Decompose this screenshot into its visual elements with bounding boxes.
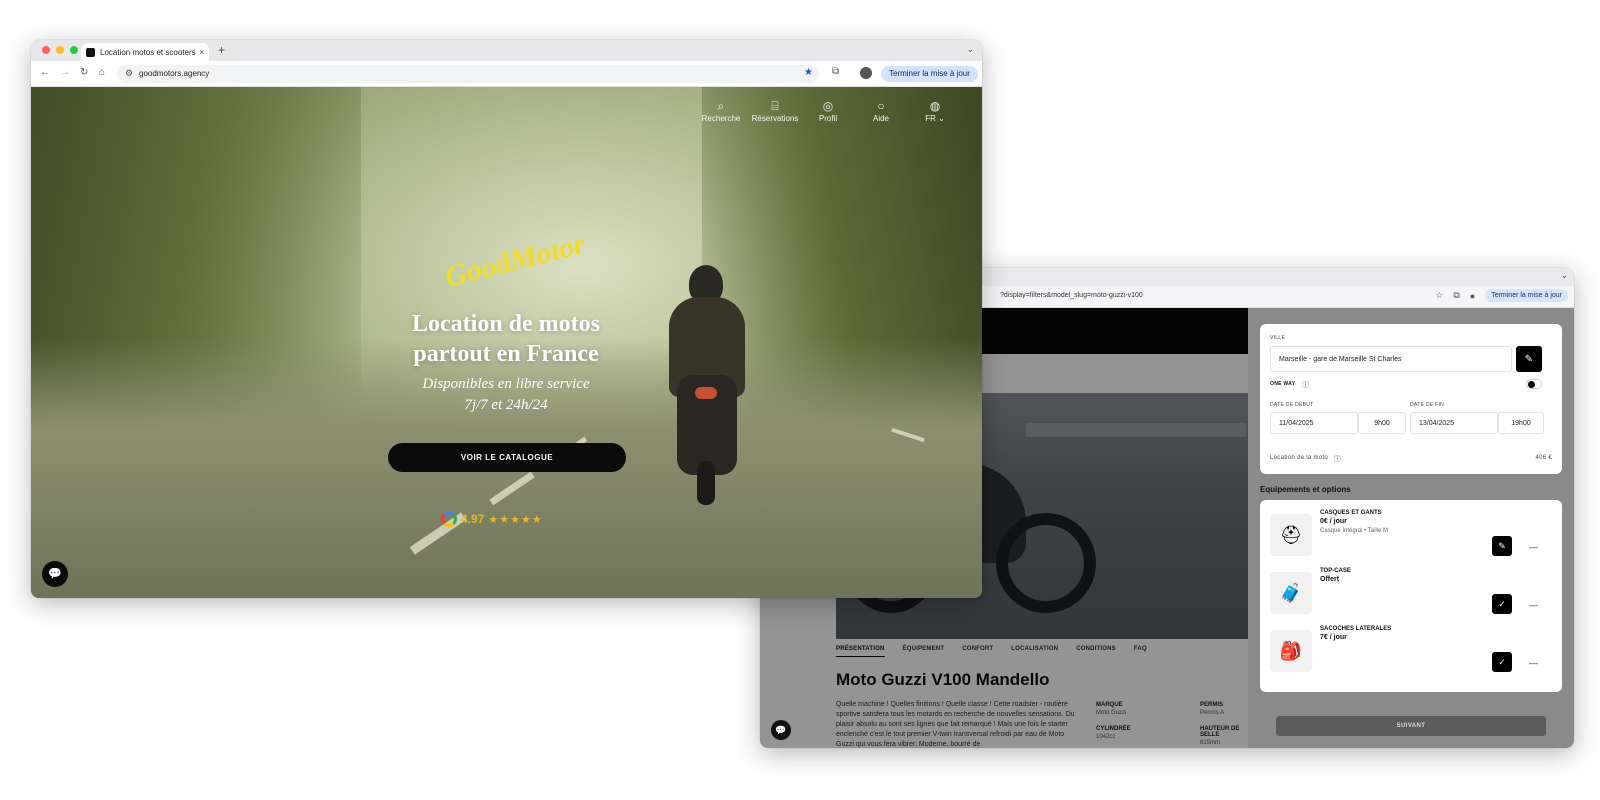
home-browser-window: Location motos et scooters × + ⌄ ← → ↻ ⌂… — [31, 40, 982, 598]
chevron-down-icon[interactable]: ⌄ — [966, 44, 974, 55]
extensions-icon[interactable]: ⧉ — [1453, 290, 1459, 301]
info-icon[interactable]: ⓘ — [1334, 454, 1341, 464]
google-rating[interactable]: 4.97 ★★★★★ — [441, 511, 543, 527]
profile-avatar[interactable] — [860, 67, 872, 79]
star-icon[interactable]: ☆ — [1435, 290, 1443, 301]
option-name: TOP-CASE — [1320, 568, 1351, 574]
option-price: Offert — [1320, 576, 1340, 583]
ville-label: VILLE — [1270, 335, 1286, 341]
rating-stars-icon: ★★★★★ — [488, 513, 543, 526]
booking-card: VILLE Marseille - gare de Marseille St C… — [1260, 324, 1562, 474]
option-name: SACOCHES LATERALES — [1320, 626, 1392, 632]
hero-subtitle: Disponibles en libre service 7j/7 et 24h… — [422, 376, 590, 413]
home-icon[interactable]: ⌂ — [99, 67, 105, 78]
remove-option-button[interactable]: — — [1529, 600, 1538, 610]
new-tab-button[interactable]: + — [218, 43, 225, 57]
view-catalogue-button[interactable]: VOIR LE CATALOGUE — [388, 443, 626, 472]
minimize-window-button[interactable] — [56, 46, 64, 54]
reload-icon[interactable]: ↻ — [80, 67, 88, 78]
address-bar: ← → ↻ ⌂ ⚙ goodmotors.agency ★ ⧉ Terminer… — [31, 61, 982, 87]
info-icon[interactable]: ⓘ — [1302, 380, 1309, 390]
chat-bubble-icon[interactable]: 💬 — [42, 561, 68, 587]
booking-panel: VILLE Marseille - gare de Marseille St C… — [1248, 308, 1574, 748]
nav-aide[interactable]: ○ Aide — [851, 99, 911, 123]
select-option-button[interactable]: ✓ — [1492, 594, 1512, 614]
option-price: 7€ / jour — [1320, 634, 1347, 641]
location-price: 406 € — [1535, 455, 1552, 461]
goodmotors-logo: GoodMotors — [442, 227, 585, 291]
option-item: 🧳 TOP-CASE Offert ✓ — — [1270, 566, 1552, 622]
tab-title: Location motos et scooters — [100, 47, 196, 57]
edit-icon: ✎ — [1498, 540, 1506, 551]
bookmark-star-icon[interactable]: ★ — [804, 67, 813, 78]
extensions-icon[interactable]: ⧉ — [832, 66, 839, 77]
ville-field[interactable]: Marseille - gare de Marseille St Charles — [1270, 346, 1512, 372]
option-item: ⛑ CASQUES ET GANTS 0€ / jour Casque Inté… — [1270, 508, 1552, 564]
end-date-field[interactable]: 13/04/2025 — [1410, 412, 1498, 434]
edit-option-button[interactable]: ✎ — [1492, 536, 1512, 556]
close-tab-icon[interactable]: × — [199, 48, 204, 57]
chat-bubble-icon[interactable]: 💬 — [771, 720, 791, 740]
tab-bar: Location motos et scooters × + ⌄ — [31, 40, 982, 61]
help-icon: ○ — [877, 99, 885, 113]
select-option-button[interactable]: ✓ — [1492, 652, 1512, 672]
site-settings-icon[interactable]: ⚙ — [125, 68, 133, 79]
check-icon: ✓ — [1498, 656, 1506, 667]
rating-value: 4.97 — [461, 512, 485, 526]
topcase-icon: 🧳 — [1270, 572, 1312, 614]
chevron-down-icon[interactable]: ⌄ — [1560, 270, 1568, 281]
option-item: 🎒 SACOCHES LATERALES 7€ / jour ✓ — — [1270, 624, 1552, 680]
bike-icon: ⌸ — [771, 99, 779, 113]
maximize-window-button[interactable] — [70, 46, 78, 54]
option-price: 0€ / jour — [1320, 518, 1347, 525]
search-icon: ⌕ — [717, 99, 725, 113]
location-label: Location de la moto — [1270, 455, 1329, 461]
start-time-field[interactable]: 9h00 — [1358, 412, 1406, 434]
chevron-down-icon: ⌄ — [938, 114, 945, 123]
edit-ville-button[interactable]: ✎ — [1516, 346, 1542, 372]
update-button[interactable]: Terminer la mise à jour — [881, 66, 978, 82]
globe-icon: ◍ — [929, 99, 941, 113]
forward-arrow-icon[interactable]: → — [60, 67, 70, 78]
remove-option-button[interactable]: — — [1529, 542, 1538, 552]
saddlebag-icon: 🎒 — [1270, 630, 1312, 672]
browser-tab[interactable]: Location motos et scooters × — [81, 43, 209, 61]
option-desc: Casque Intégral • Taille M — [1320, 528, 1389, 534]
helmet-icon: ⛑ — [1270, 514, 1312, 556]
language-selector[interactable]: ◍ FR ⌄ — [905, 99, 965, 123]
nav-reservations[interactable]: ⌸ Réservations — [745, 99, 805, 123]
url-text[interactable]: ?display=filters&model_slug=moto-guzzi-v… — [1000, 292, 1143, 299]
back-arrow-icon[interactable]: ← — [40, 67, 50, 78]
google-icon — [441, 511, 457, 527]
window-controls — [42, 46, 78, 54]
one-way-toggle[interactable] — [1526, 379, 1542, 389]
omnibox[interactable]: ⚙ goodmotors.agency ★ — [117, 65, 819, 83]
hero-title: Location de motos partout en France — [412, 311, 600, 367]
end-time-field[interactable]: 19h00 — [1498, 412, 1544, 434]
start-date-field[interactable]: 11/04/2025 — [1270, 412, 1358, 434]
date-debut-label: DATE DE DÉBUT — [1270, 402, 1314, 408]
check-icon: ✓ — [1498, 598, 1506, 609]
nav-recherche[interactable]: ⌕ Recherche — [691, 99, 751, 123]
url-text[interactable]: goodmotors.agency — [139, 69, 209, 78]
remove-option-button[interactable]: — — [1529, 658, 1538, 668]
update-button[interactable]: Terminer la mise à jour — [1485, 289, 1568, 302]
one-way-label: ONE WAY — [1270, 381, 1296, 387]
options-card: ⛑ CASQUES ET GANTS 0€ / jour Casque Inté… — [1260, 500, 1562, 692]
user-icon: ◎ — [822, 99, 834, 113]
options-title: Equipements et options — [1260, 485, 1351, 494]
edit-icon: ✎ — [1524, 353, 1534, 365]
profile-icon[interactable]: ● — [1470, 291, 1475, 301]
next-button[interactable]: SUIVANT — [1276, 716, 1546, 736]
close-window-button[interactable] — [42, 46, 50, 54]
favicon-icon — [86, 47, 95, 57]
svg-text:GoodMotors: GoodMotors — [442, 227, 585, 291]
option-name: CASQUES ET GANTS — [1320, 510, 1382, 516]
nav-profil[interactable]: ◎ Profil — [798, 99, 858, 123]
date-fin-label: DATE DE FIN — [1410, 402, 1445, 408]
hero-section: ⌕ Recherche ⌸ Réservations ◎ Profil ○ Aide ◍… — [31, 87, 982, 598]
